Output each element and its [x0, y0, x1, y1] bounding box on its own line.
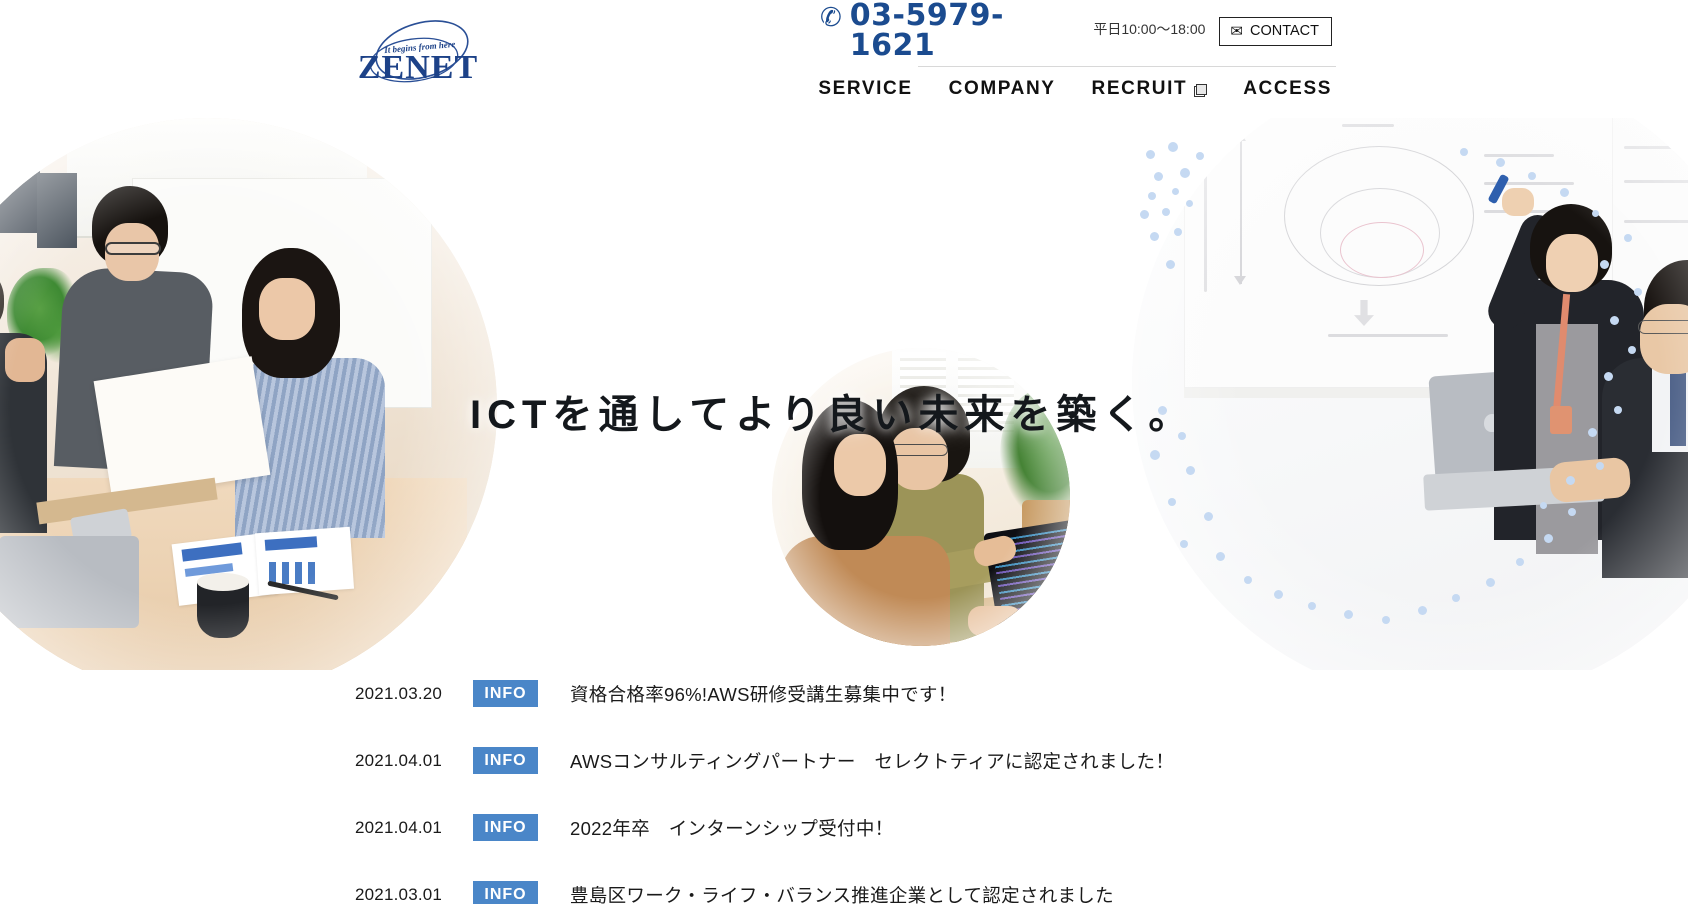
nav-item-service[interactable]: SERVICE [818, 78, 912, 100]
phone-block[interactable]: ✆ 03-5979-1621 [820, 1, 1083, 61]
nav-label: COMPANY [948, 78, 1056, 99]
homepage: ZENET It begins from here ✆ 03-5979-1621… [0, 0, 1688, 904]
news-item[interactable]: 2021.03.01 INFO 豊島区ワーク・ライフ・バランス推進企業として認定… [0, 861, 1688, 904]
phone-number: 03-5979-1621 [849, 0, 1004, 63]
news-date: 2021.03.20 [355, 683, 443, 703]
hero-photo-meeting [0, 118, 497, 670]
news-date: 2021.03.01 [355, 884, 443, 904]
news-item[interactable]: 2021.04.01 INFO AWSコンサルティングパートナー セレクトティア… [0, 727, 1688, 794]
nav-label: ACCESS [1243, 78, 1332, 99]
nav-item-company[interactable]: COMPANY [949, 78, 1056, 100]
header-right: ✆ 03-5979-1621 平日10:00〜18:00 ✉ CONTACT [820, 0, 1340, 62]
nav-item-recruit[interactable]: RECRUIT [1092, 78, 1208, 100]
contact-button-label: CONTACT [1249, 22, 1319, 39]
news-title: 資格合格率96%!AWS研修受講生募集中です！ [570, 683, 957, 705]
hero-photo-whiteboard [1132, 110, 1688, 670]
phone-icon: ✆ [820, 2, 842, 32]
svg-text:ZENET: ZENET [358, 49, 478, 86]
news-title: 2022年卒 インターンシップ受付中！ [570, 817, 894, 839]
site-logo[interactable]: ZENET It begins from here [348, 16, 488, 94]
hero-headline: ICTを通してより良い未来を築く。 [470, 393, 1195, 437]
news-title: 豊島区ワーク・ライフ・バランス推進企業として認定されました [570, 884, 1114, 904]
news-title: AWSコンサルティングパートナー セレクトティアに認定されました！ [570, 750, 1175, 772]
nav-item-access[interactable]: ACCESS [1243, 78, 1332, 100]
news-item[interactable]: 2021.04.01 INFO 2022年卒 インターンシップ受付中！ [0, 794, 1688, 861]
news-item[interactable]: 2021.03.20 INFO 資格合格率96%!AWS研修受講生募集中です！ [0, 660, 1688, 727]
news-badge: INFO [473, 814, 538, 841]
external-link-icon [1194, 83, 1208, 97]
contact-button[interactable]: ✉ CONTACT [1219, 16, 1332, 46]
hero-section: ICTを通してより良い未来を築く。 [0, 110, 1688, 670]
main-nav: SERVICE COMPANY RECRUIT ACCESS [818, 78, 1340, 100]
news-badge: INFO [473, 680, 538, 707]
news-date: 2021.04.01 [355, 750, 443, 770]
header-divider [918, 66, 1336, 67]
site-header: ZENET It begins from here ✆ 03-5979-1621… [0, 0, 1688, 118]
nav-label: RECRUIT [1091, 78, 1188, 99]
contact-row: ✆ 03-5979-1621 平日10:00〜18:00 ✉ CONTACT [820, 0, 1340, 62]
nav-label: SERVICE [818, 78, 913, 99]
news-badge: INFO [473, 881, 538, 904]
news-list: 2021.03.20 INFO 資格合格率96%!AWS研修受講生募集中です！ … [0, 660, 1688, 904]
news-date: 2021.04.01 [355, 817, 443, 837]
mail-icon: ✉ [1230, 22, 1243, 40]
news-badge: INFO [473, 747, 538, 774]
business-hours: 平日10:00〜18:00 [1093, 21, 1206, 37]
